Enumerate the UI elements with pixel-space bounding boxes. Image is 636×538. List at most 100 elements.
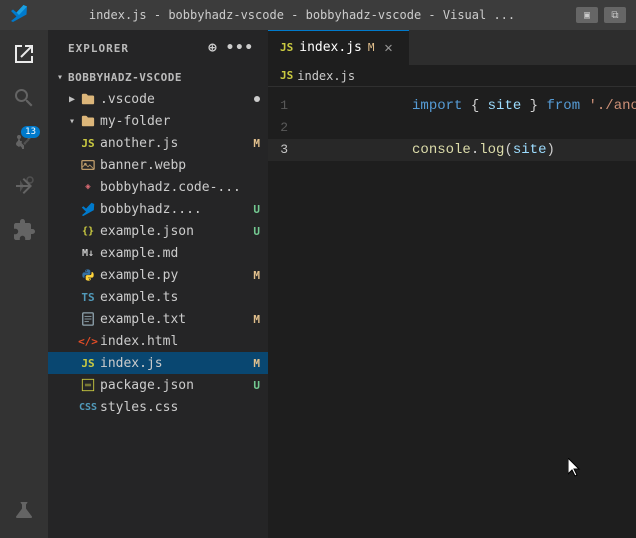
tree-item-index-html[interactable]: </> index.html: [48, 330, 268, 352]
explorer-title: EXPLORER: [68, 42, 129, 55]
vscode-chevron-icon: ▶: [64, 91, 80, 107]
tree-item-my-folder[interactable]: ▾ my-folder: [48, 110, 268, 132]
source-control-activity-icon[interactable]: 13: [4, 122, 44, 162]
source-control-badge: 13: [21, 126, 40, 138]
another-js-name: another.js: [100, 136, 249, 151]
dot-indicator: [254, 96, 260, 102]
tree-item-package-json[interactable]: package.json U: [48, 374, 268, 396]
log-fn: log: [479, 142, 504, 158]
var-site: site: [488, 98, 522, 114]
styles-css-name: styles.css: [100, 400, 260, 415]
tree-item-example-txt[interactable]: example.txt M: [48, 308, 268, 330]
new-file-icon[interactable]: ⊕: [206, 38, 219, 58]
example-txt-badge: M: [253, 313, 260, 326]
run-debug-activity-icon[interactable]: [4, 166, 44, 206]
index-html-name: index.html: [100, 334, 260, 349]
minimize-button[interactable]: ▣: [576, 7, 598, 23]
keyword-import: import: [412, 98, 462, 114]
myfolder-name: my-folder: [100, 114, 260, 129]
extensions-activity-icon[interactable]: [4, 210, 44, 250]
dot: .: [471, 142, 479, 158]
tab-index-js[interactable]: JS index.js M ✕: [268, 30, 409, 65]
test-activity-icon[interactable]: [4, 490, 44, 530]
tree-item-styles-css[interactable]: CSS styles.css: [48, 396, 268, 418]
line-number-3: 3: [268, 139, 308, 161]
bobbyhadz-code-name: bobbyhadz.code-...: [100, 180, 260, 195]
another-js-badge: M: [253, 137, 260, 150]
example-py-name: example.py: [100, 268, 249, 283]
root-chevron-icon: ▾: [52, 69, 68, 85]
main-layout: 13 EXPLORER ⊕: [0, 30, 636, 538]
vscode-logo-icon: [10, 4, 28, 26]
example-py-badge: M: [253, 269, 260, 282]
banner-webp-name: banner.webp: [100, 158, 260, 173]
tree-item-banner-webp[interactable]: banner.webp: [48, 154, 268, 176]
code-line-3: 3 console.log(site): [268, 139, 636, 161]
sidebar: EXPLORER ⊕ ••• ▾ BOBBYHADZ-VSCODE ▶ .vsc…: [48, 30, 268, 538]
vscode-icon-bobbyhadz: [80, 201, 96, 217]
title-bar-controls: ▣ ⧉: [576, 7, 626, 23]
index-js-name: index.js: [100, 356, 249, 371]
html-icon-index: </>: [80, 333, 96, 349]
example-txt-name: example.txt: [100, 312, 249, 327]
md-icon-example: M↓: [80, 245, 96, 261]
tree-item-bobbyhadz-dots[interactable]: bobbyhadz.... U: [48, 198, 268, 220]
tree-item-example-md[interactable]: M↓ example.md: [48, 242, 268, 264]
sidebar-header: EXPLORER ⊕ •••: [48, 30, 268, 66]
json-icon-example: {}: [80, 223, 96, 239]
tree-item-example-ts[interactable]: TS example.ts: [48, 286, 268, 308]
activity-bar: 13: [0, 30, 48, 538]
line1-indent: [392, 95, 412, 117]
editor-area: JS index.js M ✕ JS index.js 1 import { s…: [268, 30, 636, 538]
maximize-button[interactable]: ⧉: [604, 7, 626, 23]
package-json-name: package.json: [100, 378, 249, 393]
folder-icon-myfolder: [80, 113, 96, 129]
tab-js-icon: JS: [280, 41, 293, 54]
editor-breadcrumb: JS index.js: [268, 65, 636, 87]
example-json-name: example.json: [100, 224, 249, 239]
tree-item-vscode[interactable]: ▶ .vscode: [48, 88, 268, 110]
sym-close: }: [521, 98, 546, 114]
example-json-badge: U: [253, 225, 260, 238]
pkg-json-icon: [80, 377, 96, 393]
title-bar: index.js - bobbyhadz-vscode - bobbyhadz-…: [0, 0, 636, 30]
tree-item-example-json[interactable]: {} example.json U: [48, 220, 268, 242]
root-label: BOBBYHADZ-VSCODE: [68, 71, 260, 84]
js-icon-index: JS: [80, 355, 96, 371]
site-arg: site: [513, 142, 547, 158]
tree-item-index-js[interactable]: JS index.js M: [48, 352, 268, 374]
txt-icon-example: [80, 311, 96, 327]
explorer-activity-icon[interactable]: [4, 34, 44, 74]
tree-item-example-py[interactable]: example.py M: [48, 264, 268, 286]
bobbyhadz-dots-badge: U: [253, 203, 260, 216]
line-number-1: 1: [268, 95, 308, 117]
breadcrumb-js-icon: JS: [280, 69, 293, 82]
tree-root-item[interactable]: ▾ BOBBYHADZ-VSCODE: [48, 66, 268, 88]
example-md-name: example.md: [100, 246, 260, 261]
line-number-2: 2: [268, 117, 308, 139]
css-icon-styles: CSS: [80, 399, 96, 415]
tab-close-button[interactable]: ✕: [381, 40, 397, 56]
code-editor[interactable]: 1 import { site } from './anoth 2 3 cons…: [268, 87, 636, 538]
package-json-badge: U: [253, 379, 260, 392]
vscode-folder-name: .vscode: [100, 92, 250, 107]
line3-indent: [392, 139, 412, 161]
tree-item-another-js[interactable]: JS another.js M: [48, 132, 268, 154]
sym-open: {: [462, 98, 487, 114]
tab-label: index.js: [299, 40, 362, 55]
tab-modified-dot: M: [368, 41, 375, 54]
activity-bar-bottom: [4, 490, 44, 538]
breadcrumb-filename: index.js: [297, 69, 355, 83]
space: [580, 98, 588, 114]
keyword-from: from: [546, 98, 580, 114]
search-activity-icon[interactable]: [4, 78, 44, 118]
webp-icon-banner: [80, 157, 96, 173]
code-ws-icon: ◈: [80, 179, 96, 195]
more-actions-icon[interactable]: •••: [224, 38, 256, 58]
tree-item-bobbyhadz-code[interactable]: ◈ bobbyhadz.code-...: [48, 176, 268, 198]
paren-close: ): [546, 142, 554, 158]
bobbyhadz-dots-name: bobbyhadz....: [100, 202, 249, 217]
file-tree: ▾ BOBBYHADZ-VSCODE ▶ .vscode ▾: [48, 66, 268, 538]
string-path: './anoth: [589, 98, 636, 114]
tab-bar: JS index.js M ✕: [268, 30, 636, 65]
